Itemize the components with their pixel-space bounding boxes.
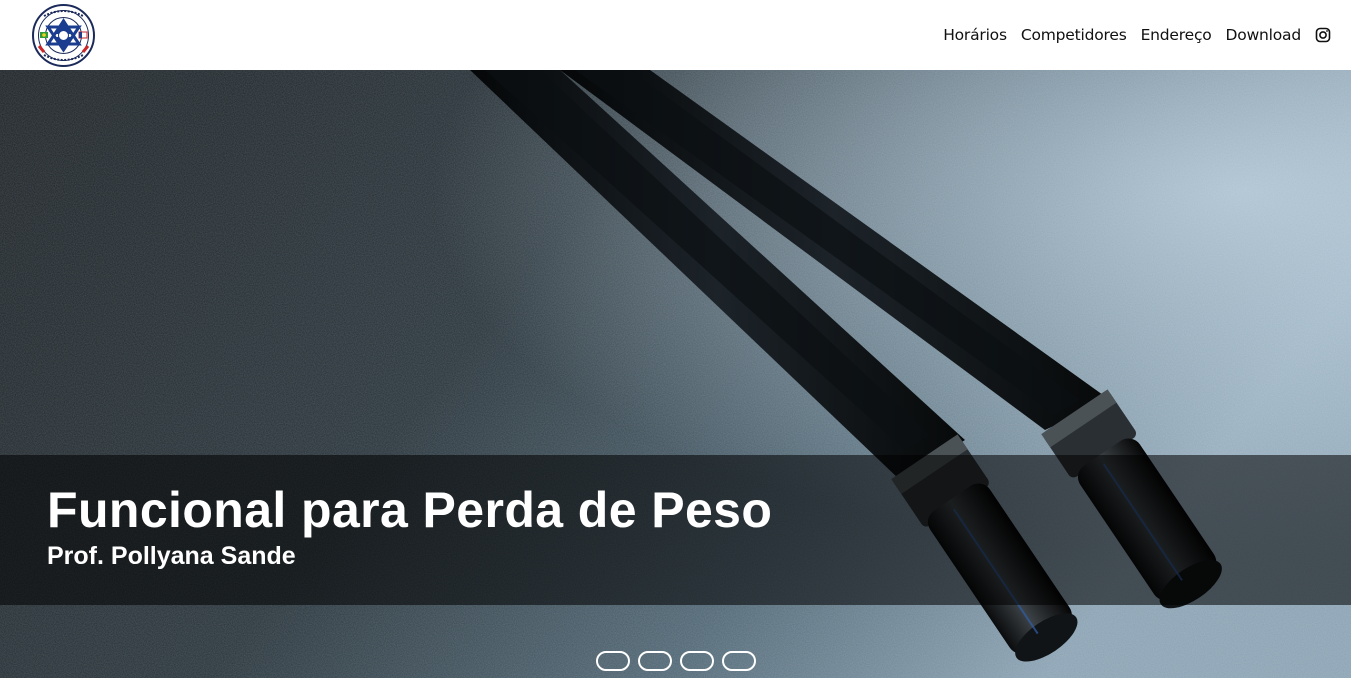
hero-carousel[interactable]: Funcional para Perda de Peso Prof. Polly… <box>0 70 1351 678</box>
site-logo[interactable] <box>32 4 95 67</box>
carousel-indicator-1[interactable] <box>596 651 630 671</box>
slide-title: Funcional para Perda de Peso <box>47 482 773 538</box>
slide-subtitle: Prof. Pollyana Sande <box>47 542 296 570</box>
carousel-indicator-2[interactable] <box>638 651 672 671</box>
nav-link-horarios[interactable]: Horários <box>943 26 1007 44</box>
carousel-indicator-4[interactable] <box>722 651 756 671</box>
site-header: Horários Competidores Endereço Download <box>0 0 1351 70</box>
instagram-link[interactable] <box>1315 27 1331 43</box>
carousel-indicator-3[interactable] <box>680 651 714 671</box>
instagram-icon <box>1315 27 1331 43</box>
nav-link-download[interactable]: Download <box>1226 26 1302 44</box>
club-crest-logo <box>32 4 95 67</box>
carousel-indicators <box>596 651 756 671</box>
nav-link-competidores[interactable]: Competidores <box>1021 26 1127 44</box>
nav-link-endereco[interactable]: Endereço <box>1141 26 1212 44</box>
main-nav: Horários Competidores Endereço Download <box>943 22 1331 48</box>
